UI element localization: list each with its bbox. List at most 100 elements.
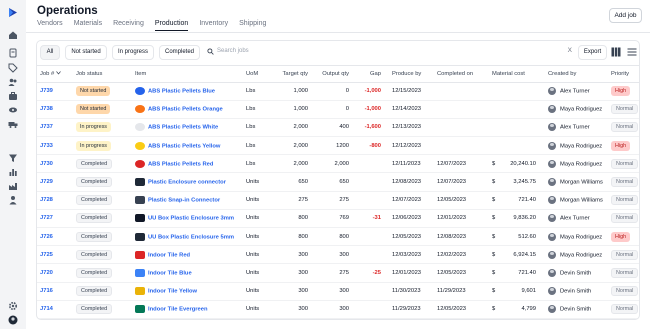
list-view-icon[interactable] — [627, 47, 637, 57]
col-header-status[interactable]: Job status — [73, 66, 132, 83]
priority-badge[interactable]: Normal — [611, 122, 639, 133]
filter-icon[interactable] — [8, 153, 18, 163]
item-link[interactable]: ABS Plastic Pellets Orange — [148, 107, 223, 113]
filter-in-progress[interactable]: In progress — [112, 45, 154, 60]
priority-badge[interactable]: Normal — [611, 177, 639, 188]
col-header-output[interactable]: Output qty — [311, 66, 352, 83]
item-link[interactable]: ABS Plastic Pellets Red — [148, 161, 213, 167]
tab-inventory[interactable]: Inventory — [199, 20, 228, 31]
table-row[interactable]: J737 In progress ABS Plastic Pellets White… — [37, 118, 639, 138]
created-by-cell: Morgan Williams — [542, 172, 608, 192]
col-header-created-by[interactable]: Created by — [542, 66, 608, 83]
job-id-link[interactable]: J738 — [40, 106, 53, 112]
tab-vendors[interactable]: Vendors — [37, 20, 63, 31]
gap-cell: -31 — [352, 209, 384, 229]
priority-badge[interactable]: Normal — [611, 104, 639, 115]
item-link[interactable]: Indoor Tile Blue — [148, 271, 192, 277]
item-link[interactable]: UU Box Plastic Enclosure 3mm — [148, 216, 234, 222]
status-badge: In progress — [76, 140, 111, 151]
table-row[interactable]: J730 Completed ABS Plastic Pellets Red Lbs 2… — [37, 154, 639, 174]
users-icon[interactable] — [8, 77, 18, 87]
job-id-link[interactable]: J727 — [40, 215, 53, 221]
priority-badge[interactable]: Normal — [611, 195, 639, 206]
home-icon[interactable] — [8, 30, 18, 40]
user-avatar-icon[interactable] — [8, 315, 18, 325]
table-row[interactable]: J720 Completed Indoor Tile Blue Units 300 275… — [37, 263, 639, 283]
job-id-link[interactable]: J714 — [40, 306, 53, 312]
priority-badge[interactable]: Normal — [611, 213, 639, 224]
avatar — [548, 232, 556, 241]
table-row[interactable]: J738 Not started ABS Plastic Pellets Orang… — [37, 100, 639, 119]
table-row[interactable]: J716 Completed Indoor Tile Yellow Units 300 3… — [37, 282, 639, 301]
briefcase-icon[interactable] — [8, 91, 18, 101]
col-header-uom[interactable]: UoM — [243, 66, 271, 83]
job-id-link[interactable]: J725 — [40, 252, 53, 258]
tab-production[interactable]: Production — [154, 20, 189, 31]
job-id-link[interactable]: J737 — [40, 124, 53, 130]
job-id-link[interactable]: J720 — [40, 270, 53, 276]
tab-materials[interactable]: Materials — [74, 20, 102, 31]
item-link[interactable]: ABS Plastic Pellets White — [148, 125, 218, 131]
priority-badge[interactable]: Normal — [611, 286, 639, 297]
filter-not-started[interactable]: Not started — [65, 45, 107, 60]
priority-badge[interactable]: High — [611, 86, 631, 97]
col-header-produce-by[interactable]: Produce by — [384, 66, 434, 83]
search-input[interactable]: Search jobs X — [207, 45, 572, 60]
tab-receiving[interactable]: Receiving — [113, 20, 144, 31]
col-header-job[interactable]: Job # — [37, 66, 73, 83]
export-button[interactable]: Export — [578, 45, 607, 60]
filter-completed[interactable]: Completed — [159, 45, 200, 60]
clear-search-button[interactable]: X — [568, 47, 572, 54]
item-link[interactable]: UU Box Plastic Enclosure 5mm — [148, 234, 234, 240]
job-id-link[interactable]: J728 — [40, 197, 53, 203]
job-id-link[interactable]: J733 — [40, 143, 53, 149]
item-link[interactable]: Indoor Tile Yellow — [148, 289, 197, 295]
job-id-link[interactable]: J730 — [40, 161, 53, 167]
table-row[interactable]: J727 Completed UU Box Plastic Enclosure 3m… — [37, 209, 639, 229]
item-link[interactable]: Plastic Enclosure connector — [148, 180, 226, 186]
settings-icon[interactable] — [8, 301, 18, 311]
output-qty-cell: 650 — [311, 172, 352, 192]
factory-icon[interactable] — [8, 181, 18, 191]
job-id-link[interactable]: J729 — [40, 179, 53, 185]
truck-icon[interactable] — [8, 119, 18, 129]
filter-all[interactable]: All — [40, 45, 60, 60]
table-row[interactable]: J726 Completed UU Box Plastic Enclosure 5m… — [37, 227, 639, 247]
priority-badge[interactable]: High — [611, 140, 631, 151]
job-id-link[interactable]: J726 — [40, 234, 53, 240]
col-header-material-cost[interactable]: Material cost — [489, 66, 542, 83]
col-header-target[interactable]: Target qty — [271, 66, 311, 83]
col-header-gap[interactable]: Gap — [352, 66, 384, 83]
item-link[interactable]: ABS Plastic Pellets Yellow — [148, 143, 220, 149]
table-row[interactable]: J739 Not started ABS Plastic Pellets Blue L… — [37, 82, 639, 101]
priority-badge[interactable]: High — [611, 231, 631, 242]
completed-on-cell — [434, 100, 489, 119]
table-row[interactable]: J725 Completed Indoor Tile Red Units 300 300 1… — [37, 245, 639, 265]
add-job-button[interactable]: Add job — [609, 8, 642, 23]
tag-icon[interactable] — [8, 63, 18, 73]
table-row[interactable]: J729 Completed Plastic Enclosure connector… — [37, 172, 639, 192]
priority-badge[interactable]: Normal — [611, 304, 639, 315]
grid-view-icon[interactable] — [611, 47, 621, 57]
priority-badge[interactable]: Normal — [611, 158, 639, 169]
material-cost-cell: $721.40 — [489, 191, 542, 210]
table-row[interactable]: J733 In progress ABS Plastic Pellets Yello… — [37, 136, 639, 156]
table-row[interactable]: J714 Completed Indoor Tile Evergreen Units 3… — [37, 300, 639, 319]
item-link[interactable]: Indoor Tile Evergreen — [148, 307, 208, 313]
job-id-link[interactable]: J716 — [40, 288, 53, 294]
job-id-link[interactable]: J739 — [40, 88, 53, 94]
tab-shipping[interactable]: Shipping — [239, 20, 266, 31]
chart-icon[interactable] — [8, 167, 18, 177]
priority-badge[interactable]: Normal — [611, 249, 639, 260]
priority-badge[interactable]: Normal — [611, 267, 639, 278]
notes-icon[interactable] — [8, 48, 18, 58]
person-icon[interactable] — [8, 195, 18, 205]
item-link[interactable]: Indoor Tile Red — [148, 252, 190, 258]
eye-icon[interactable] — [8, 105, 18, 115]
item-link[interactable]: ABS Plastic Pellets Blue — [148, 89, 215, 95]
table-row[interactable]: J728 Completed Plastic Snap-in Connector Un… — [37, 191, 639, 210]
col-header-priority[interactable]: Priority — [608, 66, 639, 83]
col-header-completed-on[interactable]: Completed on — [434, 66, 489, 83]
item-link[interactable]: Plastic Snap-in Connector — [148, 198, 220, 204]
col-header-item[interactable]: Item — [132, 66, 243, 83]
